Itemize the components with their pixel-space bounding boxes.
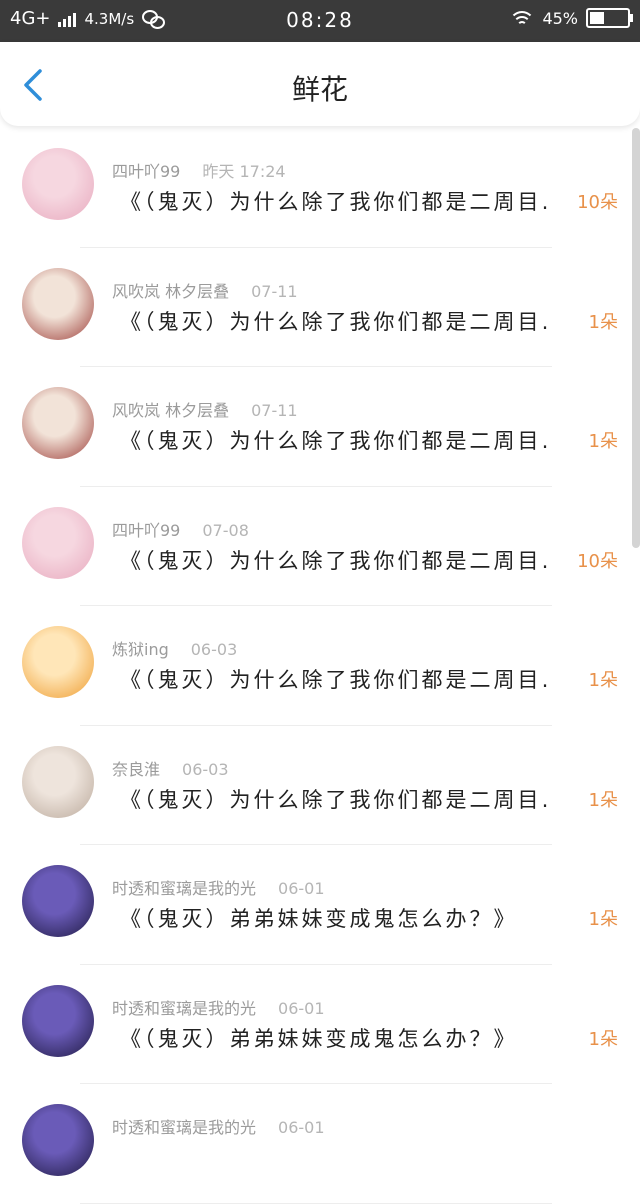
avatar[interactable] bbox=[22, 865, 94, 937]
list-item[interactable]: 奈良淮 06-03 《（鬼灭）为什么除了我你们都是二周目… 1朵 bbox=[0, 726, 640, 845]
nav-header: 鲜花 bbox=[0, 42, 640, 126]
status-bar: 4G+ 4.3M/s 08:28 45% bbox=[0, 0, 640, 42]
scrollbar[interactable] bbox=[632, 128, 640, 548]
avatar[interactable] bbox=[22, 506, 94, 579]
work-title[interactable]: 《（鬼灭）弟弟妹妹变成鬼怎么办？》 bbox=[120, 1023, 550, 1053]
row-meta: 时透和蜜璃是我的光 06-01 bbox=[112, 1114, 325, 1138]
work-title[interactable]: 《（鬼灭）为什么除了我你们都是二周目… bbox=[120, 664, 550, 694]
list-item[interactable]: 时透和蜜璃是我的光 06-01 《（鬼灭）弟弟妹妹变成鬼怎么办？》 1朵 bbox=[0, 965, 640, 1084]
flower-count: 10朵 bbox=[577, 550, 618, 572]
flower-count: 1朵 bbox=[588, 670, 618, 691]
battery-fill bbox=[590, 12, 605, 24]
avatar[interactable] bbox=[22, 626, 94, 698]
timestamp: 07-08 bbox=[202, 520, 249, 540]
work-title[interactable]: 《（鬼灭）为什么除了我你们都是二周目… bbox=[120, 545, 550, 575]
username[interactable]: 四叶吖99 bbox=[112, 162, 180, 181]
flower-count: 1朵 bbox=[588, 1028, 618, 1050]
username[interactable]: 奈良淮 bbox=[112, 760, 160, 779]
flower-count: 10朵 bbox=[577, 192, 618, 213]
list-item[interactable]: 风吹岚 林夕层叠 07-11 《（鬼灭）为什么除了我你们都是二周目… 1朵 bbox=[0, 248, 640, 367]
status-right: 45% bbox=[510, 8, 633, 28]
list-item[interactable]: 时透和蜜璃是我的光 06-01 《（鬼灭）弟弟妹妹变成鬼怎么办？》 1朵 bbox=[0, 845, 640, 965]
list-item[interactable]: 时透和蜜璃是我的光 06-01 bbox=[0, 1084, 640, 1204]
timestamp: 06-03 bbox=[182, 759, 229, 779]
username[interactable]: 时透和蜜璃是我的光 bbox=[112, 999, 256, 1018]
flower-count: 1朵 bbox=[588, 789, 618, 811]
list-item[interactable]: 四叶吖99 昨天 17:24 《（鬼灭）为什么除了我你们都是二周目… 10朵 bbox=[0, 128, 640, 248]
work-title[interactable]: 《（鬼灭）为什么除了我你们都是二周目… bbox=[120, 306, 550, 336]
work-title[interactable]: 《（鬼灭）弟弟妹妹变成鬼怎么办？》 bbox=[120, 903, 550, 933]
flower-count: 1朵 bbox=[588, 311, 618, 333]
avatar[interactable] bbox=[22, 387, 94, 459]
username[interactable]: 风吹岚 林夕层叠 bbox=[112, 282, 229, 301]
flower-count: 1朵 bbox=[588, 909, 618, 930]
list-item[interactable]: 风吹岚 林夕层叠 07-11 《（鬼灭）为什么除了我你们都是二周目… 1朵 bbox=[0, 367, 640, 487]
timestamp: 07-11 bbox=[251, 401, 298, 420]
battery-icon bbox=[586, 8, 633, 28]
avatar[interactable] bbox=[22, 267, 94, 340]
flower-count: 1朵 bbox=[588, 431, 618, 452]
timestamp: 06-01 bbox=[278, 998, 325, 1018]
timestamp: 昨天 17:24 bbox=[202, 162, 286, 181]
work-title[interactable]: 《（鬼灭）为什么除了我你们都是二周目… bbox=[120, 425, 550, 455]
timestamp: 07-11 bbox=[251, 281, 298, 301]
wifi-icon bbox=[510, 9, 535, 27]
avatar[interactable] bbox=[22, 745, 94, 818]
work-title[interactable]: 《（鬼灭）为什么除了我你们都是二周目… bbox=[120, 784, 550, 814]
list-item[interactable]: 四叶吖99 07-08 《（鬼灭）为什么除了我你们都是二周目… 10朵 bbox=[0, 487, 640, 606]
username[interactable]: 炼狱ing bbox=[112, 640, 169, 659]
row-meta: 奈良淮 06-03 bbox=[112, 756, 229, 780]
row-meta: 炼狱ing 06-03 bbox=[112, 636, 237, 660]
row-meta: 时透和蜜璃是我的光 06-01 bbox=[112, 995, 325, 1019]
avatar[interactable] bbox=[22, 984, 94, 1057]
username[interactable]: 四叶吖99 bbox=[112, 521, 180, 540]
row-meta: 风吹岚 林夕层叠 07-11 bbox=[112, 397, 298, 421]
username[interactable]: 风吹岚 林夕层叠 bbox=[112, 401, 229, 420]
row-meta: 时透和蜜璃是我的光 06-01 bbox=[112, 875, 325, 899]
row-meta: 风吹岚 林夕层叠 07-11 bbox=[112, 278, 298, 302]
flower-list: 四叶吖99 昨天 17:24 《（鬼灭）为什么除了我你们都是二周目… 10朵 风吹岚 林… bbox=[0, 128, 640, 1204]
avatar[interactable] bbox=[22, 1104, 94, 1176]
divider bbox=[80, 1202, 552, 1204]
row-meta: 四叶吖99 07-08 bbox=[112, 517, 249, 541]
timestamp: 06-01 bbox=[278, 1118, 325, 1137]
battery-label: 45% bbox=[542, 8, 578, 28]
timestamp: 06-01 bbox=[278, 879, 325, 898]
avatar[interactable] bbox=[22, 148, 94, 220]
username[interactable]: 时透和蜜璃是我的光 bbox=[112, 1118, 256, 1137]
username[interactable]: 时透和蜜璃是我的光 bbox=[112, 879, 256, 898]
row-meta: 四叶吖99 昨天 17:24 bbox=[112, 158, 286, 182]
timestamp: 06-03 bbox=[190, 640, 238, 659]
work-title[interactable]: 《（鬼灭）为什么除了我你们都是二周目… bbox=[120, 186, 550, 216]
page-title: 鲜花 bbox=[291, 73, 348, 106]
list-item[interactable]: 炼狱ing 06-03 《（鬼灭）为什么除了我你们都是二周目… 1朵 bbox=[0, 606, 640, 726]
